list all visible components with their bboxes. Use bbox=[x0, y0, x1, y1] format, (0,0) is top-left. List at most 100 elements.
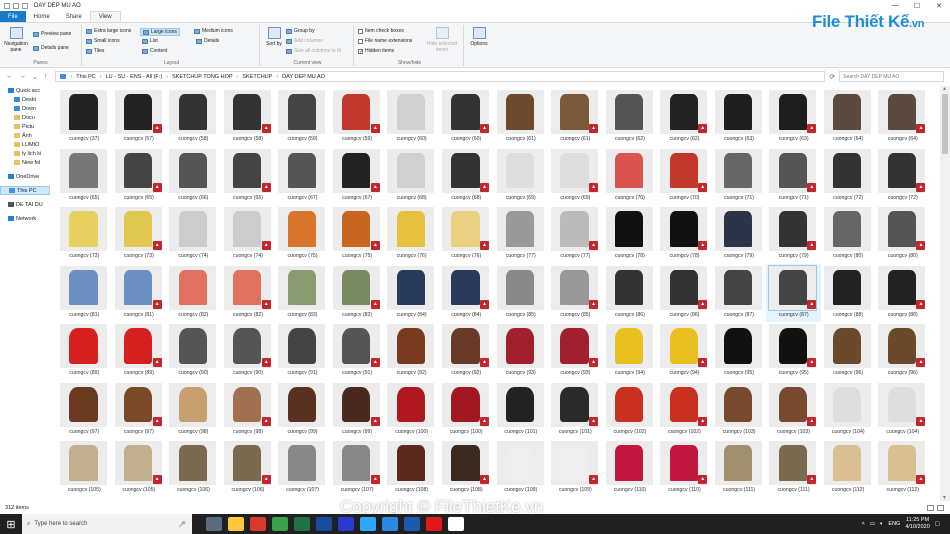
taskbar-app-icon[interactable] bbox=[206, 517, 222, 531]
file-item[interactable]: ▲ cuongcv (57) bbox=[112, 88, 167, 146]
file-item[interactable]: ▲ cuongcv (62) bbox=[657, 88, 712, 146]
file-item[interactable]: ▲ cuongcv (104) bbox=[875, 381, 930, 439]
file-item[interactable]: ▲ cuongcv (103) bbox=[766, 381, 821, 439]
taskbar-app-icon[interactable] bbox=[404, 517, 420, 531]
file-item[interactable]: ▲ cuongcv (86) bbox=[657, 264, 712, 322]
file-item[interactable]: ▲ cuongcv (108) bbox=[439, 439, 494, 497]
file-item[interactable]: cuongcv (101) bbox=[494, 381, 549, 439]
tab-home[interactable]: Home bbox=[26, 11, 58, 22]
details-view-icon[interactable] bbox=[927, 505, 934, 511]
large-icons-view-icon[interactable] bbox=[937, 505, 944, 511]
nav-item[interactable]: This PC bbox=[0, 186, 50, 195]
file-item[interactable]: cuongcv (95) bbox=[712, 322, 767, 380]
hidden-items-toggle[interactable]: Hidden items bbox=[358, 48, 394, 54]
file-item[interactable]: cuongcv (106) bbox=[166, 439, 221, 497]
file-item[interactable]: ▲ cuongcv (68) bbox=[439, 147, 494, 205]
file-item[interactable]: cuongcv (79) bbox=[712, 205, 767, 263]
file-item[interactable]: ▲ cuongcv (97) bbox=[112, 381, 167, 439]
vertical-scrollbar[interactable]: ▲ ▼ bbox=[940, 86, 950, 501]
file-item[interactable]: cuongcv (64) bbox=[821, 88, 876, 146]
file-item[interactable]: ▲ cuongcv (99) bbox=[330, 381, 385, 439]
file-item[interactable]: cuongcv (69) bbox=[494, 147, 549, 205]
new-folder-icon[interactable] bbox=[22, 2, 28, 9]
tab-share[interactable]: Share bbox=[58, 11, 90, 22]
file-item[interactable]: ▲ cuongcv (98) bbox=[221, 381, 276, 439]
nav-item[interactable]: Ảnh bbox=[0, 131, 50, 140]
nav-item[interactable]: ly lich ki bbox=[0, 149, 50, 158]
file-item[interactable]: ▲ cuongcv (60) bbox=[439, 88, 494, 146]
refresh-icon[interactable]: ⟳ bbox=[829, 73, 835, 81]
file-item[interactable]: cuongcv (109) bbox=[494, 439, 549, 497]
file-item[interactable]: ▲ cuongcv (87) bbox=[766, 263, 821, 322]
minimize-icon[interactable]: — bbox=[884, 2, 906, 10]
file-item[interactable]: ▲ cuongcv (93) bbox=[548, 322, 603, 380]
file-item[interactable]: ▲ cuongcv (110) bbox=[657, 439, 712, 497]
taskbar-app-icon[interactable] bbox=[316, 517, 332, 531]
taskbar-app-icon[interactable] bbox=[272, 517, 288, 531]
details-pane-button[interactable]: Details pane bbox=[33, 45, 69, 51]
nav-item[interactable]: Down bbox=[0, 104, 50, 113]
file-item[interactable]: ▲ cuongcv (102) bbox=[657, 381, 712, 439]
taskbar-app-icon[interactable] bbox=[448, 517, 464, 531]
add-columns-button[interactable]: Add columns bbox=[286, 38, 323, 44]
file-item[interactable]: cuongcv (60) bbox=[384, 88, 439, 146]
file-item[interactable]: cuongcv (62) bbox=[603, 88, 658, 146]
clock[interactable]: 11:25 PM 4/10/2020 bbox=[905, 517, 929, 531]
file-item[interactable]: cuongcv (100) bbox=[384, 381, 439, 439]
navigation-pane-button[interactable]: Navigation pane bbox=[3, 27, 29, 53]
file-item[interactable]: cuongcv (89) bbox=[57, 322, 112, 380]
tab-file[interactable]: File bbox=[0, 11, 26, 22]
taskbar-app-icon[interactable] bbox=[250, 517, 266, 531]
file-item[interactable]: ▲ cuongcv (109) bbox=[548, 439, 603, 497]
file-item[interactable]: ▲ cuongcv (107) bbox=[330, 439, 385, 497]
file-item[interactable]: ▲ cuongcv (61) bbox=[548, 88, 603, 146]
file-item[interactable]: ▲ cuongcv (76) bbox=[439, 205, 494, 263]
breadcrumb-item[interactable]: LU - SU - ENS - All (F:) bbox=[106, 74, 163, 80]
scrollbar-thumb[interactable] bbox=[942, 94, 948, 154]
taskbar-app-icon[interactable] bbox=[294, 517, 310, 531]
file-item[interactable]: ▲ cuongcv (111) bbox=[766, 439, 821, 497]
file-item[interactable]: cuongcv (70) bbox=[603, 147, 658, 205]
file-item[interactable]: cuongcv (77) bbox=[494, 205, 549, 263]
hide-selected-button[interactable]: Hide selected items bbox=[424, 27, 460, 53]
file-item[interactable]: cuongcv (87) bbox=[712, 264, 767, 322]
nav-item[interactable]: New fol bbox=[0, 158, 50, 167]
file-item[interactable]: cuongcv (65) bbox=[57, 147, 112, 205]
file-item[interactable]: cuongcv (98) bbox=[166, 381, 221, 439]
file-item[interactable]: cuongcv (92) bbox=[384, 322, 439, 380]
file-item[interactable]: cuongcv (97) bbox=[57, 381, 112, 439]
volume-icon[interactable]: 🔈︎ bbox=[880, 521, 883, 528]
file-item[interactable]: cuongcv (71) bbox=[712, 147, 767, 205]
breadcrumb[interactable]: › This PC › LU - SU - ENS - All (F:) › S… bbox=[55, 71, 826, 82]
preview-pane-button[interactable]: Preview pane bbox=[33, 31, 71, 37]
file-item[interactable]: ▲ cuongcv (69) bbox=[548, 147, 603, 205]
taskbar-app-icon[interactable] bbox=[360, 517, 376, 531]
file-item[interactable]: cuongcv (90) bbox=[166, 322, 221, 380]
breadcrumb-item[interactable]: This PC bbox=[76, 74, 96, 80]
file-item[interactable]: ▲ cuongcv (89) bbox=[112, 322, 167, 380]
file-item[interactable]: ▲ cuongcv (73) bbox=[112, 205, 167, 263]
file-item[interactable]: ▲ cuongcv (100) bbox=[439, 381, 494, 439]
file-item[interactable]: ▲ cuongcv (82) bbox=[221, 264, 276, 322]
file-item[interactable]: ▲ cuongcv (92) bbox=[439, 322, 494, 380]
breadcrumb-item[interactable]: SKETCHUP bbox=[242, 74, 272, 80]
file-item[interactable]: cuongcv (66) bbox=[166, 147, 221, 205]
layout-small-icons[interactable]: Small icons bbox=[86, 38, 120, 44]
layout-tiles[interactable]: Tiles bbox=[86, 48, 104, 54]
file-item[interactable]: cuongcv (105) bbox=[57, 439, 112, 497]
taskbar-app-icon[interactable] bbox=[426, 517, 442, 531]
file-item[interactable]: cuongcv (67) bbox=[275, 147, 330, 205]
file-item[interactable]: ▲ cuongcv (83) bbox=[330, 264, 385, 322]
file-item[interactable]: ▲ cuongcv (105) bbox=[112, 439, 167, 497]
recent-locations-icon[interactable]: ⌄ bbox=[32, 73, 38, 81]
file-item[interactable]: cuongcv (86) bbox=[603, 264, 658, 322]
file-item[interactable]: ▲ cuongcv (63) bbox=[766, 88, 821, 146]
nav-item[interactable]: OneDrive bbox=[0, 172, 50, 181]
file-item[interactable]: cuongcv (111) bbox=[712, 439, 767, 497]
taskbar-app-icon[interactable] bbox=[382, 517, 398, 531]
file-item[interactable]: ▲ cuongcv (75) bbox=[330, 205, 385, 263]
file-item[interactable]: ▲ cuongcv (74) bbox=[221, 205, 276, 263]
file-item[interactable]: cuongcv (96) bbox=[821, 322, 876, 380]
layout-details[interactable]: Details bbox=[196, 38, 219, 44]
file-item[interactable]: ▲ cuongcv (101) bbox=[548, 381, 603, 439]
